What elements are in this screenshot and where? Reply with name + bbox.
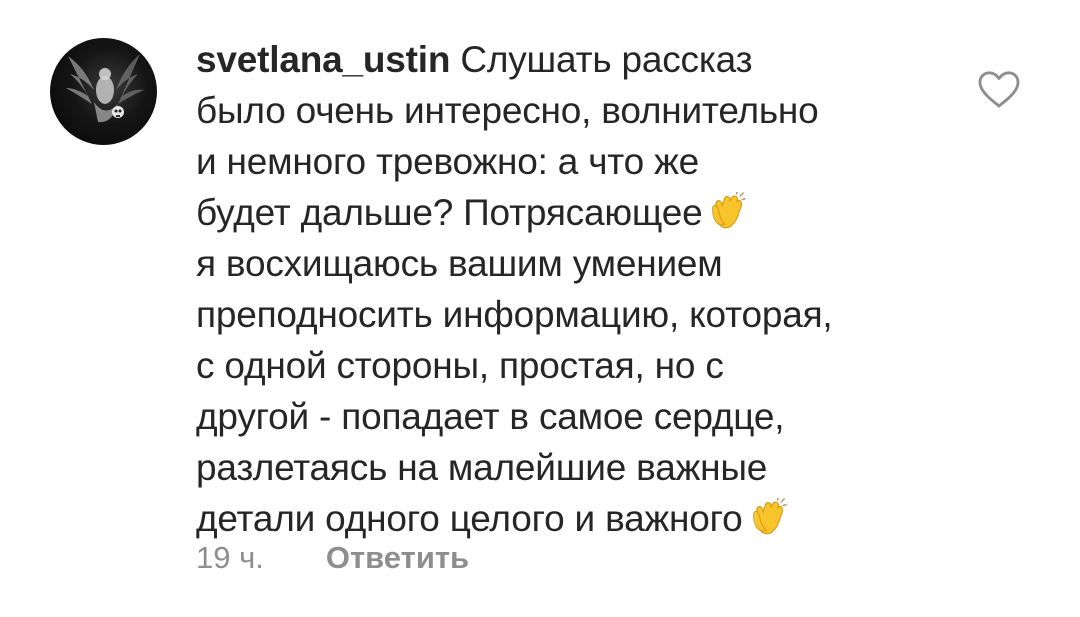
comment: svetlana_ustin Слушать рассказ было очен… <box>0 0 1080 617</box>
comment-line-text: Слушать рассказ <box>460 39 753 80</box>
username-link[interactable]: svetlana_ustin <box>196 39 450 80</box>
avatar-image <box>66 54 144 123</box>
comment-line: детали одного целого и важного <box>196 493 956 544</box>
like-button[interactable] <box>976 69 1022 109</box>
comment-line: svetlana_ustin Слушать рассказ <box>196 34 956 85</box>
comment-meta: 19 ч. Ответить <box>196 540 469 576</box>
clapping-hands-icon <box>749 498 787 538</box>
comment-line-text: будет дальше? Потрясающее <box>196 192 703 233</box>
comment-line: будет дальше? Потрясающее <box>196 187 956 238</box>
comment-line: было очень интересно, волнительно <box>196 90 819 131</box>
comment-text: svetlana_ustin Слушать рассказ было очен… <box>196 34 956 544</box>
clapping-hands-icon <box>708 192 747 232</box>
avatar[interactable] <box>50 38 157 145</box>
comment-line: разлетаясь на малейшие важные <box>196 447 768 488</box>
comment-line-text: детали одного целого и важного <box>196 498 743 539</box>
comment-line: с одной стороны, простая, но с <box>196 345 724 386</box>
reply-button[interactable]: Ответить <box>326 540 469 576</box>
comment-line: и немного тревожно: а что же <box>196 141 700 182</box>
comment-line: я восхищаюсь вашим умением <box>196 243 723 284</box>
timestamp: 19 ч. <box>196 540 264 575</box>
comment-line: другой - попадает в самое сердце, <box>196 396 785 437</box>
heart-outline-icon <box>978 71 1020 108</box>
comment-line: преподносить информацию, которая, <box>196 294 833 335</box>
